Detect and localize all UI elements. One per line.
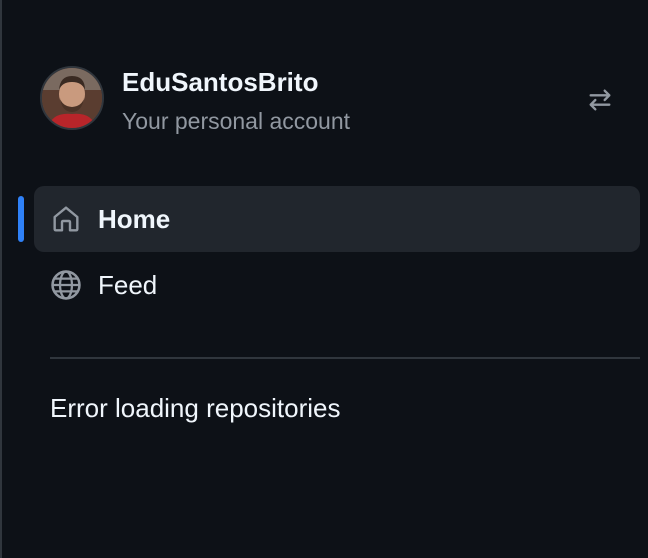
globe-icon	[48, 267, 84, 303]
repositories-error-message: Error loading repositories	[50, 393, 341, 423]
sidebar-nav: Home Feed	[18, 186, 640, 318]
avatar-image	[42, 68, 102, 128]
sidebar-item-home[interactable]: Home	[18, 186, 640, 252]
account-subtitle: Your personal account	[122, 108, 351, 134]
account-header: EduSantosBrito Your personal account	[40, 66, 640, 134]
divider	[50, 357, 640, 359]
sidebar-item-label: Feed	[98, 270, 158, 300]
switch-account-button[interactable]	[580, 80, 620, 120]
avatar[interactable]	[40, 66, 104, 130]
home-icon	[48, 201, 84, 237]
account-name[interactable]: EduSantosBrito	[122, 66, 318, 98]
arrow-switch-icon	[589, 89, 611, 111]
sidebar-item-feed[interactable]: Feed	[34, 252, 640, 318]
active-indicator	[18, 196, 24, 242]
sidebar-item-label: Home	[98, 204, 171, 234]
sidebar-panel: EduSantosBrito Your personal account Hom…	[0, 0, 648, 558]
